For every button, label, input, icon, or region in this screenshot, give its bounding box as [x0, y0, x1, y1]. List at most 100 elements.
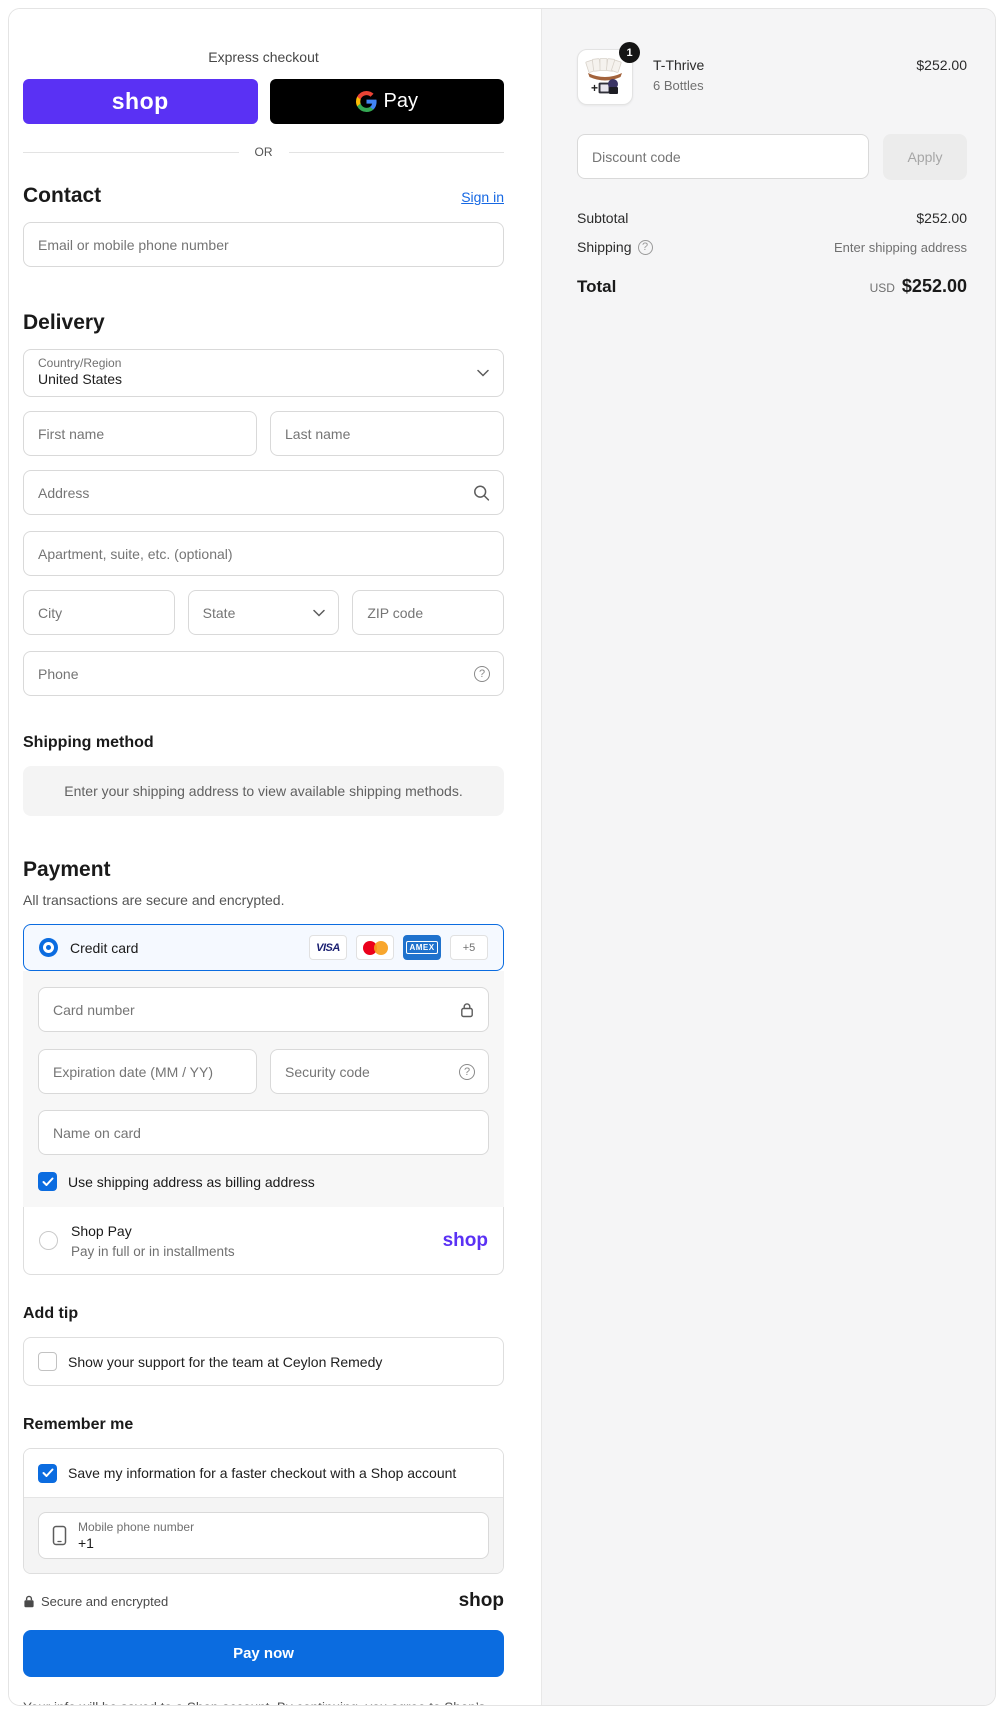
remember-me-box: Save my information for a faster checkou… [23, 1448, 504, 1574]
address-field-wrap [23, 470, 504, 515]
card-number-input[interactable] [39, 988, 488, 1031]
order-summary-panel: + 1 T-Thrive 6 Bottles $252.00 Apply [541, 9, 995, 1705]
shipping-row: Shipping ? Enter shipping address [577, 239, 967, 255]
expiration-field-wrap [38, 1049, 257, 1094]
google-g-icon [355, 91, 377, 112]
chevron-down-icon [477, 364, 489, 382]
country-select[interactable]: Country/Region United States [23, 349, 504, 397]
phone-field-wrap: ? [23, 651, 504, 696]
shipping-label: Shipping [577, 239, 632, 255]
more-cards-badge: +5 [450, 935, 488, 960]
checkbox-checked-icon [38, 1463, 57, 1483]
tip-checkbox-row[interactable]: Show your support for the team at Ceylon… [24, 1338, 503, 1385]
sign-in-link[interactable]: Sign in [461, 189, 504, 205]
phone-input[interactable] [24, 652, 503, 695]
discount-code-input[interactable] [578, 135, 868, 178]
zip-input[interactable] [353, 591, 504, 634]
payment-subheading: All transactions are secure and encrypte… [23, 892, 285, 908]
expiration-input[interactable] [39, 1050, 256, 1093]
gpay-label: Pay [383, 90, 418, 112]
help-icon[interactable]: ? [637, 239, 653, 255]
card-brand-icons: VISA AMEX +5 [309, 935, 488, 960]
payment-methods: Credit card VISA AMEX +5 Card number Exp… [23, 924, 504, 1275]
radio-unselected-icon [39, 1231, 58, 1250]
first-name-input[interactable] [24, 412, 256, 455]
last-name-input[interactable] [271, 412, 503, 455]
apartment-field-wrap [23, 531, 504, 576]
mobile-phone-label: Mobile phone number [78, 1520, 195, 1534]
total-row: Total USD $252.00 [577, 276, 967, 297]
legal-part-1: Your info will be saved to a Shop accoun… [23, 1700, 485, 1705]
mastercard-icon [356, 935, 394, 960]
shipping-method-heading: Shipping method [23, 734, 154, 751]
country-value: United States [38, 371, 123, 387]
apply-discount-button[interactable]: Apply [883, 134, 967, 180]
credit-card-option[interactable]: Credit card VISA AMEX +5 [23, 924, 504, 971]
add-tip-heading: Add tip [23, 1305, 79, 1322]
remember-checkbox-row[interactable]: Save my information for a faster checkou… [24, 1449, 503, 1497]
product-name: T-Thrive [653, 57, 705, 73]
address-input[interactable] [24, 471, 503, 514]
cost-summary: Subtotal $252.00 Shipping ? Enter shippi… [577, 210, 967, 297]
chevron-down-icon [313, 609, 326, 617]
google-pay-express-button[interactable]: Pay [269, 79, 504, 124]
visa-icon: VISA [309, 935, 347, 960]
checkout-page: Express checkout shop Pay OR Contact Sig… [8, 8, 996, 1706]
state-select[interactable] [187, 590, 340, 635]
product-price: $252.00 [916, 57, 967, 73]
billing-checkbox-label: Use shipping address as billing address [68, 1173, 315, 1190]
quantity-badge: 1 [619, 42, 640, 63]
email-input[interactable] [24, 223, 503, 266]
discount-field-wrap [577, 134, 869, 179]
discount-row: Apply [577, 134, 967, 180]
mobile-phone-field[interactable]: Mobile phone number +1 [38, 1512, 489, 1559]
help-icon[interactable]: ? [474, 665, 490, 682]
credit-card-form: ? Use shipping address as billing addres… [23, 971, 504, 1207]
legal-text: Your info will be saved to a Shop accoun… [23, 1698, 504, 1705]
remember-me-heading: Remember me [23, 1416, 134, 1433]
secure-label: Secure and encrypted [41, 1593, 169, 1609]
remember-phone-section: Mobile phone number +1 [24, 1497, 503, 1573]
card-number-field-wrap [38, 987, 489, 1032]
subtotal-row: Subtotal $252.00 [577, 210, 967, 226]
first-name-field-wrap [23, 411, 257, 456]
shop-pay-label: Shop Pay [71, 1222, 132, 1239]
express-checkout-label: Express checkout [208, 49, 319, 65]
checkbox-unchecked-icon [38, 1352, 57, 1371]
total-value: $252.00 [901, 276, 967, 296]
or-divider: OR [23, 145, 504, 159]
apartment-input[interactable] [24, 532, 503, 575]
lock-icon [459, 1001, 475, 1018]
currency-code: USD [869, 281, 895, 295]
subtotal-label: Subtotal [577, 210, 629, 226]
checkout-form-column: Express checkout shop Pay OR Contact Sig… [9, 9, 541, 1705]
shop-logo: shop [111, 88, 169, 114]
last-name-field-wrap [270, 411, 504, 456]
city-input[interactable] [24, 591, 174, 634]
security-code-input[interactable] [271, 1050, 488, 1093]
lock-icon [23, 1595, 35, 1608]
pay-now-button[interactable]: Pay now [23, 1630, 504, 1677]
shop-pay-express-button[interactable]: shop [23, 79, 258, 124]
security-code-field-wrap: ? [270, 1049, 489, 1094]
tip-box: Show your support for the team at Ceylon… [23, 1337, 504, 1386]
shop-pay-subtitle: Pay in full or in installments [71, 1243, 235, 1259]
radio-selected-icon [39, 938, 58, 957]
tip-checkbox-label: Show your support for the team at Ceylon… [68, 1353, 383, 1370]
shipping-value: Enter shipping address [834, 239, 967, 255]
name-on-card-input[interactable] [39, 1111, 488, 1154]
name-on-card-field-wrap [38, 1110, 489, 1155]
help-icon[interactable]: ? [459, 1063, 475, 1080]
delivery-heading: Delivery [23, 311, 105, 334]
line-item: + 1 T-Thrive 6 Bottles $252.00 [577, 42, 967, 105]
remember-checkbox-label: Save my information for a faster checkou… [68, 1465, 457, 1481]
billing-address-checkbox-row[interactable]: Use shipping address as billing address [38, 1172, 489, 1191]
country-label: Country/Region [38, 356, 122, 370]
mobile-phone-icon [52, 1525, 67, 1546]
shipping-method-notice: Enter your shipping address to view avai… [23, 766, 504, 816]
secure-row: Secure and encrypted shop [23, 1590, 504, 1612]
search-icon [473, 484, 490, 501]
shop-pay-option[interactable]: Shop Pay Pay in full or in installments … [23, 1207, 504, 1275]
subtotal-value: $252.00 [916, 210, 967, 226]
shop-logo: shop [458, 1590, 504, 1611]
